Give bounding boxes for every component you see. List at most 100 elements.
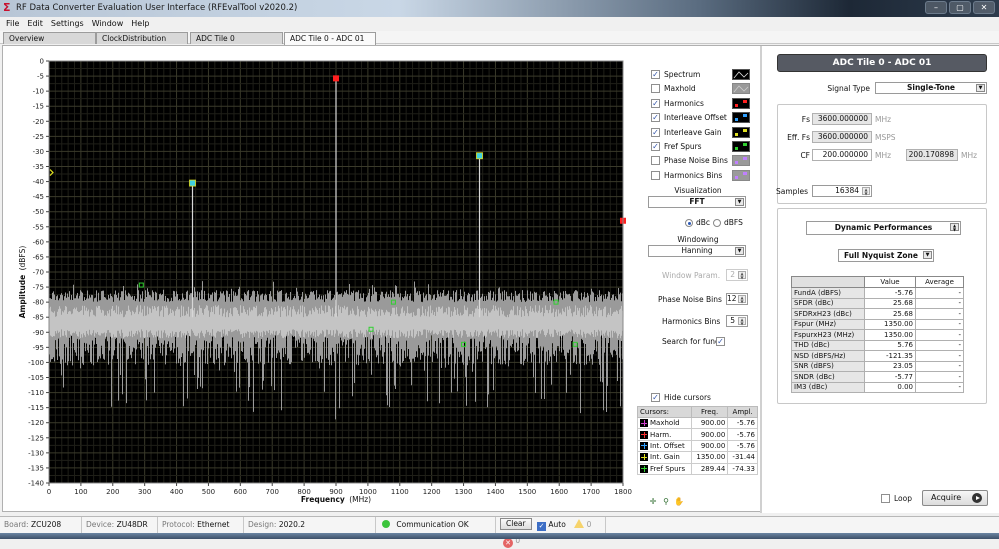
y-tick-label: -55 — [33, 223, 44, 231]
x-tick-label: 100 — [74, 488, 87, 496]
x-tick-label: 1600 — [550, 488, 568, 496]
minimize-button[interactable]: – — [925, 1, 947, 14]
perf-metric: IM3 (dBc) — [791, 381, 865, 393]
perf-value: 23.05 — [864, 360, 916, 372]
cursor-crosshair-icon — [640, 453, 648, 462]
menu-window[interactable]: Window — [88, 17, 128, 31]
tab-bar: Overview ClockDistribution ADC Tile 0 AD… — [0, 31, 999, 45]
harmonics-bins-input[interactable]: 5 ▲ ▼ — [726, 315, 748, 328]
legend-label: Maxhold — [664, 84, 696, 94]
search-fund-checkbox[interactable]: ✓ — [716, 337, 725, 347]
legend-checkbox[interactable]: ✓ — [651, 113, 660, 123]
adc-settings-panel: ADC Tile 0 - ADC 01 Signal Type Single-T… — [760, 46, 999, 513]
interleave-gain-swatch-icon[interactable] — [732, 126, 750, 138]
perf-row: FundA (dBFS) -5.76- — [791, 287, 964, 299]
cursor-row[interactable]: Fref Spurs 289.44 -74.33 — [637, 462, 758, 475]
legend-checkbox[interactable] — [651, 156, 660, 166]
hide-cursors-checkbox[interactable]: ✓ — [651, 393, 660, 402]
cursor-row[interactable]: Maxhold 900.00 -5.76 — [637, 416, 758, 430]
menu-settings[interactable]: Settings — [47, 17, 88, 31]
windowing-select[interactable]: Hanning ▼ — [648, 245, 746, 258]
harmonic-marker — [333, 75, 339, 82]
perf-average: - — [915, 371, 964, 383]
legend-checkbox[interactable]: ✓ — [651, 141, 660, 151]
svg-text:Frequency (MHz): Frequency (MHz) — [301, 495, 371, 504]
cursor-row[interactable]: Harm. 900.00 -5.76 — [637, 428, 758, 441]
phase-noise-bins-input[interactable]: 12 ▲ ▼ — [726, 293, 748, 306]
zoom-tool-icon[interactable]: ⚲ — [661, 497, 671, 507]
windowing-label: Windowing — [677, 235, 719, 245]
perf-average: - — [915, 287, 964, 299]
device-key: Device: — [86, 520, 115, 529]
unit-dbc-radio[interactable] — [685, 219, 693, 228]
cursor-row[interactable]: Int. Gain 1350.00 -31.44 — [637, 451, 758, 464]
cursor-ampl: -74.33 — [727, 462, 758, 475]
interleave-offset-swatch-icon[interactable] — [732, 112, 750, 124]
spectrum-plot[interactable]: 0 -5 -10 -15 -20 -25 -30 -35 -40 -45 -50 -55 -60 -65 -… — [3, 46, 638, 513]
spinner-icon[interactable]: ▲ ▼ — [738, 295, 746, 304]
x-tick-label: 0 — [47, 488, 51, 496]
cf-input[interactable]: 200.000000 — [812, 149, 872, 161]
tab-clock-distribution[interactable]: ClockDistribution — [96, 32, 188, 44]
unit-dbc-label: dBc — [696, 218, 711, 228]
harmonics-swatch-icon[interactable] — [732, 97, 750, 109]
performance-selector[interactable]: Dynamic Performances ▲ ▼ — [806, 221, 961, 235]
y-tick-label: -40 — [33, 178, 44, 186]
bins-swatch-icon[interactable] — [732, 155, 750, 167]
legend-checkbox[interactable]: ✓ — [651, 98, 660, 108]
visualization-label: Visualization — [674, 186, 722, 196]
tab-overview[interactable]: Overview — [3, 32, 96, 44]
signal-type-select[interactable]: Single-Tone ▼ — [875, 82, 987, 94]
y-tick-label: -95 — [33, 344, 44, 352]
search-fund-label: Search for fund. — [662, 337, 723, 347]
spectrum-swatch-icon[interactable] — [732, 69, 750, 80]
bins-swatch-icon[interactable] — [732, 169, 750, 181]
y-tick-label: 0 — [40, 58, 44, 66]
perf-value: 1350.00 — [864, 318, 916, 330]
maxhold-swatch-icon[interactable] — [732, 83, 750, 95]
visualization-select[interactable]: FFT ▼ — [648, 196, 746, 209]
menu-file[interactable]: File — [2, 17, 23, 31]
unit-dbfs-radio[interactable] — [713, 219, 721, 228]
tab-adc-tile-0-adc-01[interactable]: ADC Tile 0 - ADC 01 — [284, 32, 376, 45]
fref-spurs-swatch-icon[interactable] — [732, 140, 750, 152]
window-title: RF Data Converter Evaluation User Interf… — [16, 3, 298, 13]
spinner-icon[interactable]: ▲ ▼ — [862, 187, 870, 195]
x-tick-label: 1100 — [391, 488, 409, 496]
spinner-icon[interactable]: ▲ ▼ — [950, 223, 959, 231]
cursor-freq: 1350.00 — [690, 451, 729, 464]
clear-button[interactable]: Clear — [500, 518, 532, 530]
perf-metric: FundA (dBFS) — [791, 287, 865, 299]
legend-checkbox[interactable] — [651, 84, 660, 94]
auto-checkbox[interactable]: ✓ — [537, 522, 547, 531]
close-button[interactable]: ✕ — [973, 1, 995, 14]
y-tick-label: -100 — [28, 359, 44, 367]
perf-metric: SFDR (dBc) — [791, 297, 865, 309]
protocol-value: Ethernet — [197, 520, 230, 529]
pan-tool-icon[interactable]: ✋ — [674, 497, 684, 507]
menu-help[interactable]: Help — [127, 17, 153, 31]
cursor-freq: 900.00 — [690, 416, 729, 430]
perf-average: - — [915, 329, 964, 341]
menu-edit[interactable]: Edit — [23, 17, 47, 31]
maximize-button[interactable]: ▢ — [949, 1, 971, 14]
fs-label: Fs — [801, 115, 810, 124]
legend-checkbox[interactable]: ✓ — [651, 70, 660, 79]
spinner-icon[interactable]: ▲ ▼ — [738, 317, 746, 326]
perf-value: 25.68 — [864, 297, 916, 309]
samples-input[interactable]: 16384 ▲ ▼ — [812, 185, 872, 197]
x-tick-label: 200 — [106, 488, 119, 496]
legend-item: ✓ Spectrum — [648, 68, 763, 82]
x-tick-label: 1700 — [582, 488, 600, 496]
loop-checkbox[interactable] — [881, 494, 890, 503]
legend-checkbox[interactable]: ✓ — [651, 127, 660, 137]
tab-adc-tile-0[interactable]: ADC Tile 0 — [190, 32, 283, 44]
nyquist-zone-select[interactable]: Full Nyquist Zone ▼ — [838, 249, 934, 262]
cursor-tool-icon[interactable]: ✛ — [648, 497, 658, 507]
harmonics-bins-value: 5 — [730, 316, 735, 326]
legend-checkbox[interactable] — [651, 170, 660, 180]
acquire-button[interactable]: Acquire — [922, 490, 988, 506]
cursor-freq: 900.00 — [690, 428, 729, 441]
cursor-row[interactable]: Int. Offset 900.00 -5.76 — [637, 439, 758, 453]
board-key: Board: — [4, 520, 29, 529]
